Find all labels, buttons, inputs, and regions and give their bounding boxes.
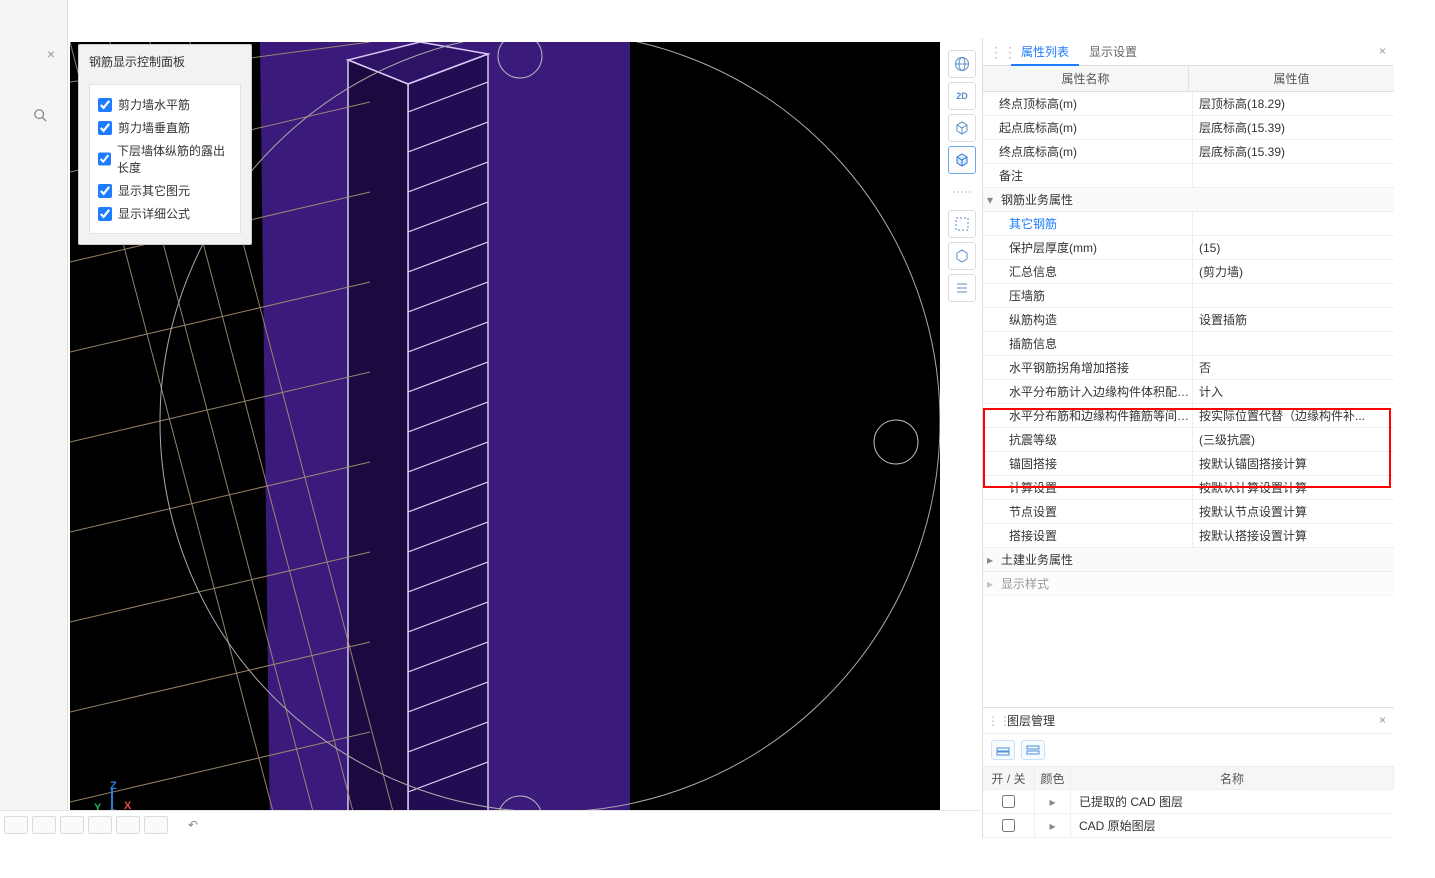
layer-expand-icon[interactable]: ▸ — [1035, 814, 1071, 837]
prop-group-display-style[interactable]: ▸显示样式 — [983, 572, 1394, 596]
grip-icon[interactable]: ⋮⋮ — [987, 714, 1011, 728]
property-table-header: 属性名称 属性值 — [983, 66, 1394, 92]
layer-row[interactable]: ▸ 已提取的 CAD 图层 — [983, 790, 1394, 814]
checkbox-lower-wall-exposed[interactable] — [98, 152, 111, 166]
selection-box-icon[interactable] — [948, 210, 976, 238]
close-icon[interactable]: × — [1379, 713, 1386, 727]
checkbox-label: 下层墙体纵筋的露出长度 — [117, 142, 232, 176]
prop-row: 汇总信息(剪力墙) — [983, 260, 1394, 284]
bottom-toolbar: ↶ — [0, 810, 980, 838]
layer-checkbox[interactable] — [1002, 819, 1015, 832]
layer-row[interactable]: ▸ CAD 原始图层 — [983, 814, 1394, 838]
check-row[interactable]: 显示其它图元 — [98, 179, 232, 202]
bottom-tool-6[interactable] — [144, 816, 168, 834]
checkbox-label: 剪力墙垂直筋 — [118, 119, 190, 136]
layer-header-onoff: 开 / 关 — [983, 767, 1035, 789]
checkbox-show-detailed-formula[interactable] — [98, 207, 112, 221]
control-panel-title: 钢筋显示控制面板 — [79, 45, 251, 78]
prop-row: 压墙筋 — [983, 284, 1394, 308]
prop-row: 保护层厚度(mm)(15) — [983, 236, 1394, 260]
prop-row: 搭接设置按默认搭接设置计算 — [983, 524, 1394, 548]
layer-header-name: 名称 — [1071, 767, 1394, 789]
check-row[interactable]: 显示详细公式 — [98, 202, 232, 225]
list-icon[interactable] — [948, 274, 976, 302]
view-toolbar: 2D — [946, 46, 978, 306]
tab-properties[interactable]: 属性列表 — [1011, 38, 1079, 66]
prop-row: 节点设置按默认节点设置计算 — [983, 500, 1394, 524]
layer-panel: ⋮⋮ 图层管理 × 开 / 关 颜色 名称 ▸ 已提取的 CAD 图层 ▸ CA… — [983, 707, 1394, 838]
prop-row: 水平钢筋拐角增加搭接否 — [983, 356, 1394, 380]
header-property-name: 属性名称 — [983, 66, 1189, 91]
layer-table-header: 开 / 关 颜色 名称 — [983, 766, 1394, 790]
layer-checkbox[interactable] — [1002, 795, 1015, 808]
prop-row: 水平分布筋和边缘构件箍筋等间距时按实际位置代替（边缘构件补... — [983, 404, 1394, 428]
search-icon[interactable] — [33, 108, 47, 125]
cube-iso-icon[interactable] — [948, 242, 976, 270]
property-tabs: ⋮⋮ 属性列表 显示设置 × — [983, 38, 1394, 66]
grip-icon[interactable]: ⋮⋮ — [989, 44, 1017, 61]
prop-group-construction[interactable]: ▸土建业务属性 — [983, 548, 1394, 572]
check-row[interactable]: 下层墙体纵筋的露出长度 — [98, 139, 232, 179]
cube-solid-icon[interactable] — [948, 146, 976, 174]
prop-row: 终点底标高(m)层底标高(15.39) — [983, 140, 1394, 164]
right-panel: ⋮⋮ 属性列表 显示设置 × 属性名称 属性值 终点顶标高(m)层顶标高(18.… — [982, 38, 1394, 838]
layer-name: 已提取的 CAD 图层 — [1071, 790, 1394, 813]
bottom-tool-1[interactable] — [4, 816, 28, 834]
prop-row: 其它钢筋 — [983, 212, 1394, 236]
2d-view-icon[interactable]: 2D — [948, 82, 976, 110]
bottom-tool-3[interactable] — [60, 816, 84, 834]
prop-row: 水平分布筋计入边缘构件体积配箍率计入 — [983, 380, 1394, 404]
close-icon[interactable]: × — [1379, 44, 1386, 58]
prop-row: 起点底标高(m)层底标高(15.39) — [983, 116, 1394, 140]
cube-wireframe-icon[interactable] — [948, 114, 976, 142]
tab-display-settings[interactable]: 显示设置 — [1079, 38, 1147, 66]
layer-name: CAD 原始图层 — [1071, 814, 1394, 837]
layer-expand-icon[interactable]: ▸ — [1035, 790, 1071, 813]
prop-row: 抗震等级(三级抗震) — [983, 428, 1394, 452]
prop-row: 终点顶标高(m)层顶标高(18.29) — [983, 92, 1394, 116]
checkbox-label: 剪力墙水平筋 — [118, 96, 190, 113]
prop-row: 纵筋构造设置插筋 — [983, 308, 1394, 332]
dotted-line-icon[interactable] — [948, 178, 976, 206]
bottom-tool-5[interactable] — [116, 816, 140, 834]
prop-row: 锚固搭接按默认锚固搭接计算 — [983, 452, 1394, 476]
bottom-tool-4[interactable] — [88, 816, 112, 834]
layer-toolbar — [983, 734, 1394, 766]
checkbox-shear-wall-horizontal[interactable] — [98, 98, 112, 112]
check-row[interactable]: 剪力墙水平筋 — [98, 93, 232, 116]
bottom-tool-2[interactable] — [32, 816, 56, 834]
check-row[interactable]: 剪力墙垂直筋 — [98, 116, 232, 139]
prop-row: 插筋信息 — [983, 332, 1394, 356]
checkbox-label: 显示详细公式 — [118, 205, 190, 222]
layer-panel-title-bar: ⋮⋮ 图层管理 × — [983, 708, 1394, 734]
prop-row: 备注 — [983, 164, 1394, 188]
checkbox-shear-wall-vertical[interactable] — [98, 121, 112, 135]
rebar-display-control-panel[interactable]: 钢筋显示控制面板 剪力墙水平筋 剪力墙垂直筋 下层墙体纵筋的露出长度 显示其它图… — [78, 44, 252, 245]
property-table-body[interactable]: 终点顶标高(m)层顶标高(18.29) 起点底标高(m)层底标高(15.39) … — [983, 92, 1394, 707]
layer-tool-1[interactable] — [991, 740, 1015, 760]
layer-panel-title: 图层管理 — [1007, 712, 1055, 729]
globe-icon[interactable] — [948, 50, 976, 78]
header-property-value: 属性值 — [1189, 66, 1394, 91]
left-sidebar: × — [0, 0, 68, 838]
close-icon[interactable]: × — [47, 46, 55, 62]
layer-header-color: 颜色 — [1035, 767, 1071, 789]
checkbox-show-other-elements[interactable] — [98, 184, 112, 198]
layer-tool-2[interactable] — [1021, 740, 1045, 760]
undo-arrow-icon[interactable]: ↶ — [188, 818, 198, 832]
prop-row: 计算设置按默认计算设置计算 — [983, 476, 1394, 500]
prop-group-rebar[interactable]: ▾钢筋业务属性 — [983, 188, 1394, 212]
checkbox-label: 显示其它图元 — [118, 182, 190, 199]
